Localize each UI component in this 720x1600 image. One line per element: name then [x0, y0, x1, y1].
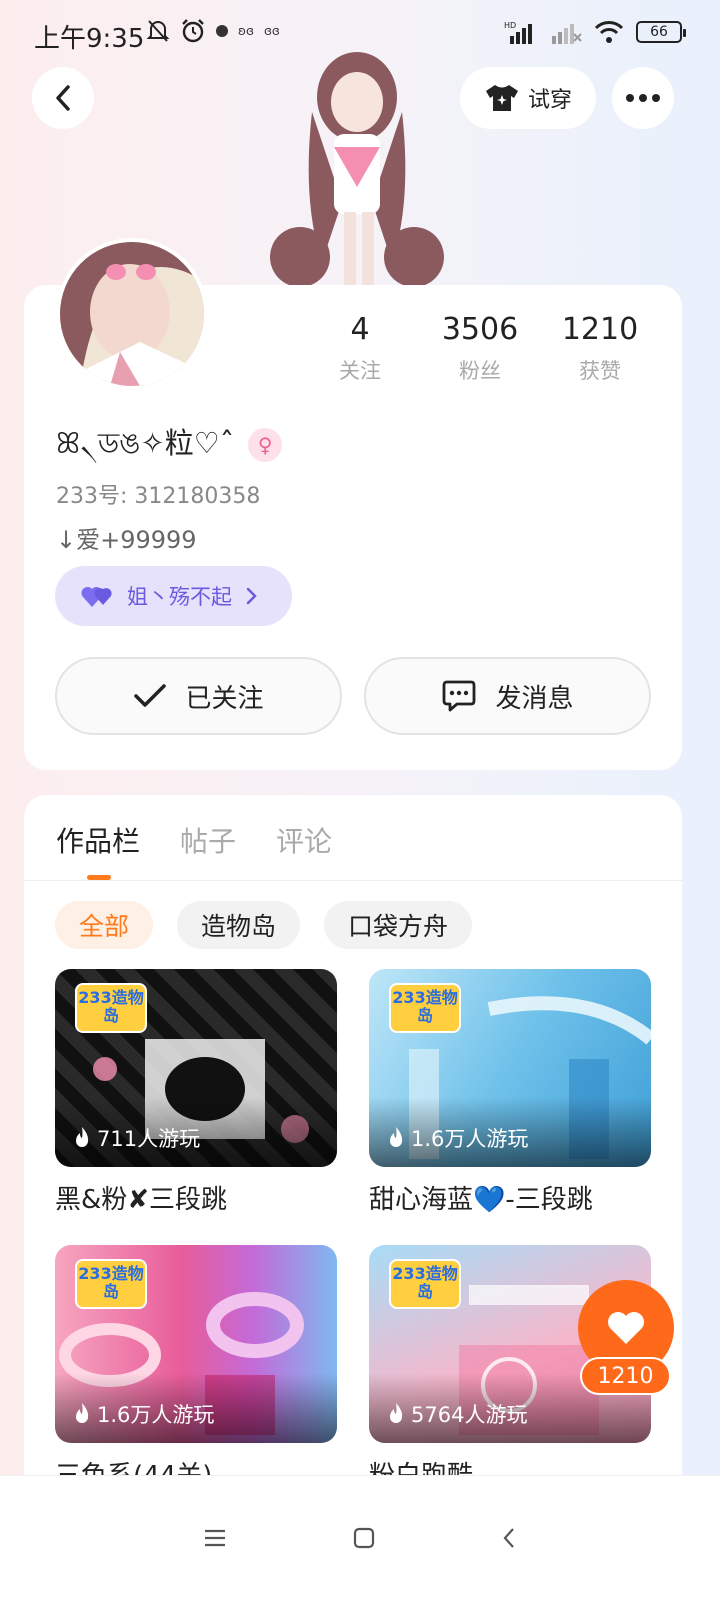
stat-label: 关注 [339, 359, 381, 383]
wifi-icon [594, 21, 624, 43]
followed-label: 已关注 [185, 683, 264, 714]
app-notification-icon: ʚɞ [238, 24, 254, 38]
play-count-text: 1.6万人游玩 [97, 1403, 215, 1427]
chat-bubble-icon [443, 680, 476, 712]
filter-all[interactable]: 全部 [55, 901, 154, 949]
signal-weak-icon [552, 24, 582, 44]
more-options-button[interactable] [612, 67, 674, 129]
app-notification-icon [216, 25, 228, 37]
more-dot [639, 94, 647, 102]
try-on-label: 试穿 [527, 88, 572, 113]
works-tabs: 作品栏 帖子 评论 [56, 820, 332, 860]
play-count: 1.6万人游玩 [73, 1399, 214, 1429]
home-square-icon[interactable] [353, 1527, 375, 1549]
relationship-tag[interactable]: 姐丶殇不起 [55, 566, 292, 626]
user-id[interactable]: 233号: 312180358 [56, 478, 260, 510]
filter-pocket-ark[interactable]: 口袋方舟 [324, 901, 473, 949]
tab-works[interactable]: 作品栏 [56, 820, 140, 860]
divider [24, 880, 682, 881]
stat-value: 4 [350, 312, 370, 347]
signal-hd-icon: HD [504, 21, 532, 44]
back-button[interactable] [32, 67, 94, 129]
tab-comments[interactable]: 评论 [276, 820, 332, 860]
creation-island-logo: 233造物岛 [389, 1259, 461, 1309]
game-card[interactable]: 233造物岛 1.6万人游玩 甜心海蓝💙-三段跳 [369, 969, 651, 1216]
try-on-button[interactable]: 试穿 [460, 67, 596, 129]
send-message-button[interactable]: 发消息 [364, 657, 651, 735]
flame-icon [76, 1403, 89, 1423]
tab-posts[interactable]: 帖子 [180, 820, 236, 860]
filter-chips: 全部 造物岛 口袋方舟 [55, 901, 473, 949]
creation-island-logo: 233造物岛 [75, 1259, 147, 1309]
alarm-icon [182, 19, 204, 43]
play-count-text: 711人游玩 [97, 1127, 201, 1151]
like-count-badge: 1210 [580, 1357, 671, 1395]
creation-island-logo: 233造物岛 [75, 983, 147, 1033]
avatar[interactable] [56, 238, 208, 390]
nickname: ꕤ৲ডঙ✧粒♡ˆ ♀ [56, 420, 283, 470]
send-message-label: 发消息 [495, 683, 574, 714]
stat-likes[interactable]: 1210 获赞 [540, 312, 660, 385]
svg-text:HD: HD [504, 21, 516, 30]
game-card[interactable]: 233造物岛 1.6万人游玩 三色系(44关) [55, 1245, 337, 1492]
play-count-text: 5764人游玩 [411, 1403, 528, 1427]
filter-creation-island[interactable]: 造物岛 [177, 901, 301, 949]
chevron-right-icon [246, 587, 257, 605]
chevron-left-icon [56, 85, 70, 111]
stat-followers[interactable]: 3506 粉丝 [420, 312, 540, 385]
play-count-text: 1.6万人游玩 [411, 1127, 529, 1151]
back-arrow-icon[interactable] [501, 1526, 517, 1550]
avatar-character-image [262, 52, 452, 292]
tshirt-icon [485, 85, 518, 111]
status-time: 上午9:35 [34, 24, 145, 54]
play-count: 1.6万人游玩 [387, 1123, 528, 1153]
play-count: 711人游玩 [73, 1123, 200, 1153]
game-thumbnail: 233造物岛 1.6万人游玩 [369, 969, 651, 1167]
flame-icon [390, 1127, 403, 1147]
more-dot [626, 94, 634, 102]
nickname-text: ꕤ৲ডঙ✧粒♡ˆ [56, 426, 235, 460]
game-thumbnail: 233造物岛 711人游玩 [55, 969, 337, 1167]
female-icon: ♀ [248, 428, 283, 462]
double-heart-icon [81, 586, 112, 607]
flame-icon [76, 1127, 89, 1147]
heart-icon [608, 1312, 644, 1344]
relationship-label: 姐丶殇不起 [127, 585, 232, 609]
stat-value: 1210 [561, 312, 639, 347]
check-icon [134, 684, 167, 707]
game-thumbnail: 233造物岛 1.6万人游玩 [55, 1245, 337, 1443]
creation-island-logo: 233造物岛 [389, 983, 461, 1033]
menu-icon[interactable] [203, 1528, 227, 1548]
bio: ↓爱+99999 [56, 526, 197, 554]
app-notification-icon: ɞɞ [263, 24, 280, 38]
profile-stats: 4 关注 3506 粉丝 1210 获赞 [300, 312, 660, 385]
game-title: 甜心海蓝💙-三段跳 [369, 1185, 593, 1215]
system-navigation-bar [0, 1475, 720, 1600]
game-card[interactable]: 233造物岛 711人游玩 黑&粉✘三段跳 [55, 969, 337, 1216]
more-dot [652, 94, 660, 102]
followed-button[interactable]: 已关注 [55, 657, 342, 735]
play-count: 5764人游玩 [387, 1399, 527, 1429]
battery-indicator: 66 [636, 21, 686, 43]
mute-bell-icon [146, 20, 170, 42]
flame-icon [390, 1403, 403, 1423]
stat-value: 3506 [441, 312, 519, 347]
stat-label: 获赞 [579, 359, 621, 383]
stat-following[interactable]: 4 关注 [300, 312, 420, 385]
game-title: 黑&粉✘三段跳 [55, 1185, 228, 1215]
stat-label: 粉丝 [459, 359, 501, 383]
